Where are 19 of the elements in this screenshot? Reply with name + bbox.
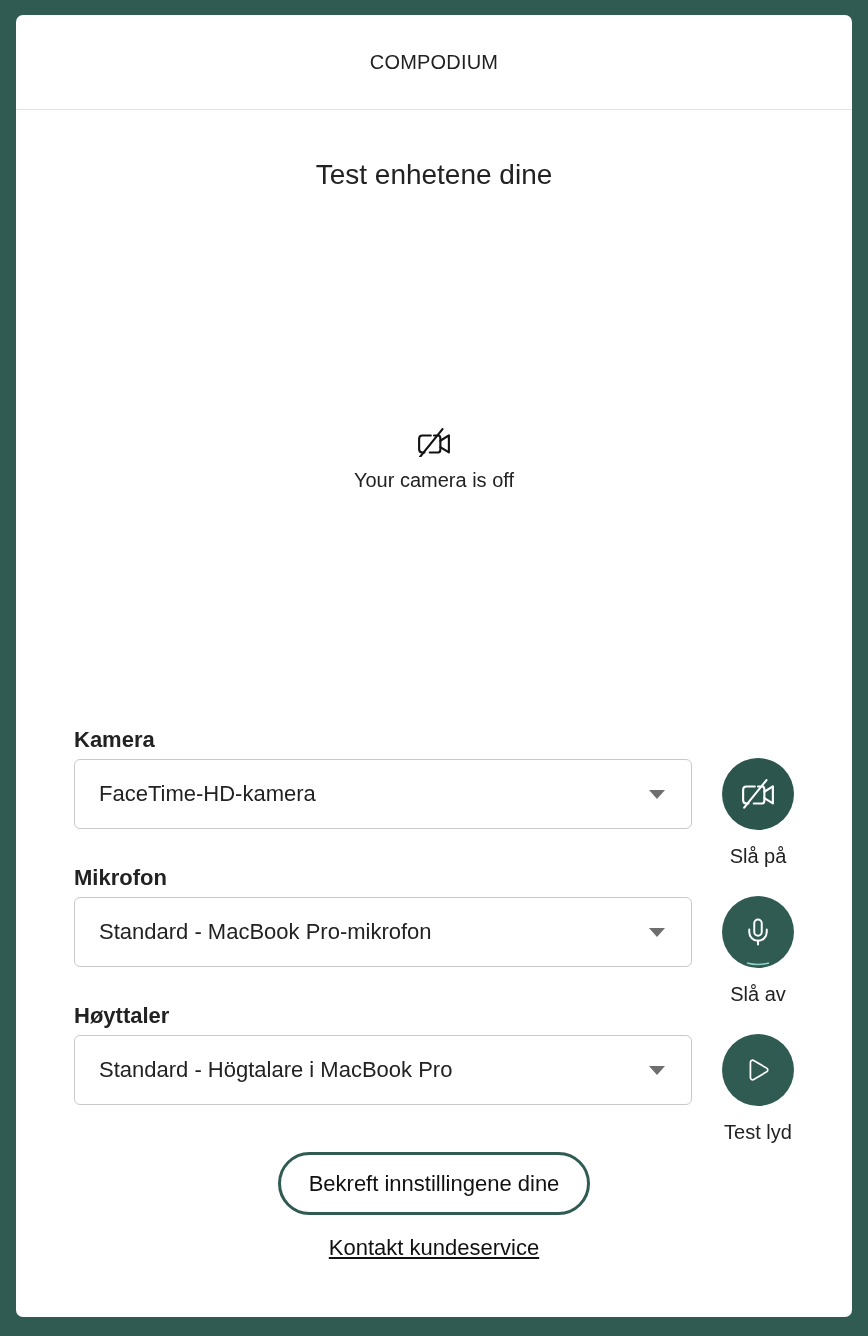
confirm-settings-button[interactable]: Bekreft innstillingene dine <box>277 1152 591 1215</box>
caret-icon <box>649 789 665 799</box>
caret-icon <box>649 1065 665 1075</box>
sound-level-icon <box>746 962 770 966</box>
device-select[interactable]: FaceTime-HD-kamera <box>74 759 692 829</box>
device-label: Mikrofon <box>74 865 167 891</box>
camera-status-text: Your camera is off <box>353 469 515 492</box>
device-label: Høyttaler <box>74 1003 170 1029</box>
button-caption: Test lyd <box>724 1120 792 1144</box>
button-caption: Slå på <box>729 844 787 868</box>
camera-off-icon <box>741 779 775 809</box>
button-caption: Slå av <box>730 982 786 1006</box>
caret-icon <box>649 927 665 937</box>
device-select[interactable]: Standard - MacBook Pro-mikrofon <box>74 897 692 967</box>
brand-name: COMPODIUM <box>369 50 499 74</box>
device-select[interactable]: Standard - Högtalare i MacBook Pro <box>74 1035 692 1105</box>
customer-service-link[interactable]: Kontakt kundeservice <box>328 1235 540 1261</box>
page-title: Test enhetene dine <box>315 158 553 192</box>
device-label: Kamera <box>74 727 155 753</box>
